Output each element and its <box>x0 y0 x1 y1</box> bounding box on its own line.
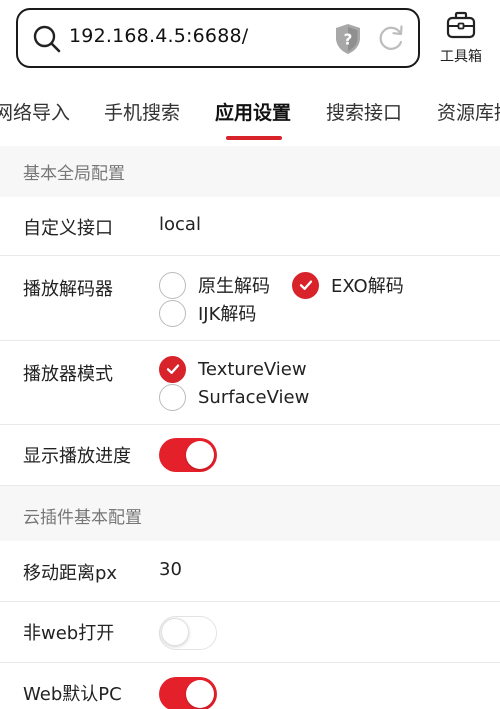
player-mode-option-surface-label: SurfaceView <box>198 386 310 408</box>
browser-top-bar: 192.168.4.5:6688/ ? 工具箱 <box>0 0 500 84</box>
tab-network-import[interactable]: 网络导入 <box>0 98 70 125</box>
toolbox-icon <box>446 11 476 39</box>
radio-unchecked[interactable] <box>159 271 186 299</box>
custom-api-value[interactable]: local <box>159 214 201 235</box>
radio-checked[interactable] <box>292 271 319 299</box>
move-distance-label: 移动距离px <box>23 563 118 584</box>
radio-checked[interactable] <box>159 355 186 383</box>
setting-row-player-mode: 播放器模式 TextureView SurfaceView <box>0 341 500 425</box>
non-web-open-label: 非web打开 <box>23 623 115 644</box>
decoder-option-native[interactable]: 原生解码 <box>159 271 270 299</box>
toggle-knob <box>161 618 189 646</box>
custom-api-label: 自定义接口 <box>23 218 113 239</box>
app-settings-page: 192.168.4.5:6688/ ? 工具箱 网络导入 手机搜索 应用设置 搜… <box>0 0 500 709</box>
section-header-cloud: 云插件基本配置 <box>0 486 500 541</box>
player-mode-label: 播放器模式 <box>23 364 113 385</box>
setting-row-show-progress: 显示播放进度 <box>0 425 500 486</box>
section-header-global: 基本全局配置 <box>0 146 500 197</box>
setting-row-decoder: 播放解码器 原生解码 EXO解码 IJK解码 <box>0 256 500 341</box>
move-distance-value[interactable]: 30 <box>159 559 182 580</box>
radio-unchecked[interactable] <box>159 383 186 411</box>
toggle-knob <box>186 680 214 708</box>
shield-icon[interactable]: ? <box>333 22 363 56</box>
check-icon <box>166 364 179 374</box>
decoder-option-ijk[interactable]: IJK解码 <box>159 299 256 327</box>
decoder-option-ijk-label: IJK解码 <box>198 304 257 325</box>
show-progress-label: 显示播放进度 <box>23 446 131 467</box>
web-default-pc-label: Web默认PC <box>23 684 122 705</box>
player-mode-option-surface[interactable]: SurfaceView <box>159 383 309 411</box>
tab-phone-search[interactable]: 手机搜索 <box>104 98 180 125</box>
decoder-option-exo[interactable]: EXO解码 <box>292 271 404 299</box>
decoder-option-native-label: 原生解码 <box>198 276 270 297</box>
active-tab-indicator <box>226 136 282 140</box>
decoder-label: 播放解码器 <box>23 279 113 300</box>
tab-app-settings[interactable]: 应用设置 <box>215 98 291 125</box>
search-icon <box>33 25 61 53</box>
setting-row-move-distance: 移动距离px 30 <box>0 541 500 602</box>
setting-row-web-default-pc: Web默认PC <box>0 663 500 709</box>
address-bar[interactable]: 192.168.4.5:6688/ ? <box>16 8 420 68</box>
toolbox-button[interactable]: 工具箱 <box>432 10 490 70</box>
tab-resource-library[interactable]: 资源库接 <box>437 98 500 125</box>
setting-row-non-web-open: 非web打开 <box>0 602 500 663</box>
non-web-open-toggle[interactable] <box>159 616 217 650</box>
setting-row-custom-api: 自定义接口 local <box>0 197 500 256</box>
show-progress-toggle[interactable] <box>159 438 217 472</box>
web-default-pc-toggle[interactable] <box>159 677 217 709</box>
check-icon <box>299 280 312 290</box>
toggle-knob <box>186 441 214 469</box>
url-text[interactable]: 192.168.4.5:6688/ <box>69 25 248 47</box>
decoder-option-exo-label: EXO解码 <box>331 276 404 297</box>
tab-search-api[interactable]: 搜索接口 <box>326 98 402 125</box>
radio-unchecked[interactable] <box>159 299 186 327</box>
refresh-icon[interactable] <box>376 23 406 53</box>
player-mode-option-texture[interactable]: TextureView <box>159 355 307 383</box>
toolbox-label: 工具箱 <box>440 49 482 65</box>
svg-text:?: ? <box>344 31 353 49</box>
player-mode-option-texture-label: TextureView <box>198 358 307 380</box>
